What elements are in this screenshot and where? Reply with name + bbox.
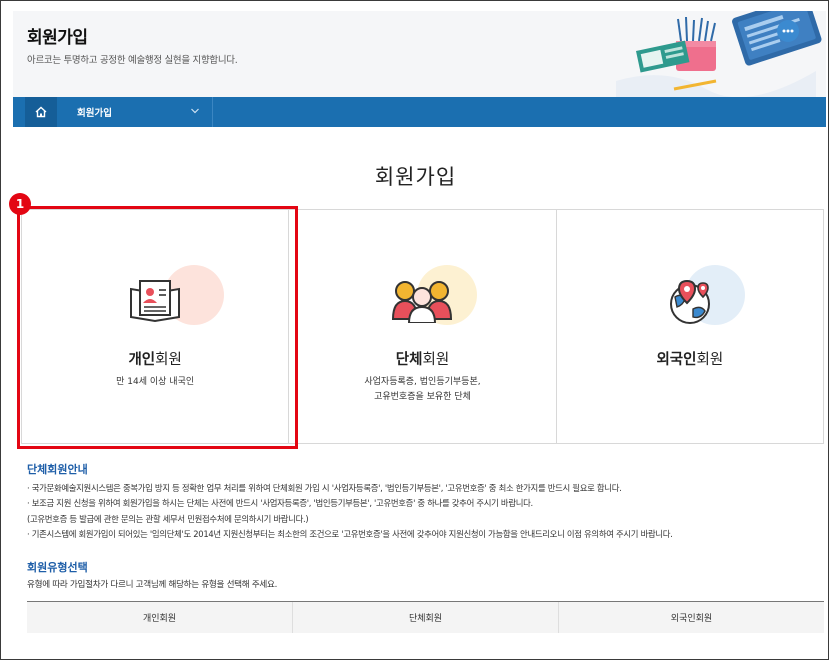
nav-menu-dropdown[interactable]: 회원가입	[57, 97, 213, 127]
header-subtitle: 아르코는 투명하고 공정한 예술행정 실현을 지향합니다.	[27, 55, 238, 66]
group-info-line: · 기존시스템에 회원가입이 되어있는 '임의단체'도 2014년 지원신청부터…	[27, 529, 673, 540]
card-description: 사업자등록증, 법인등기부등본, 고유번호증을 보유한 단체	[289, 375, 555, 405]
group-people-icon	[392, 281, 453, 323]
group-member-card[interactable]: 단체회원 사업자등록증, 법인등기부등본, 고유번호증을 보유한 단체	[289, 210, 557, 443]
group-info-title: 단체회원안내	[27, 463, 88, 476]
home-icon	[35, 106, 47, 118]
type-column-foreigner[interactable]: 외국인회원	[559, 602, 824, 633]
card-title-rest: 회원	[422, 352, 450, 368]
group-info-text: · 국가문화예술지원시스템은 중복가입 방지 등 정확한 업무 처리를 위하여 …	[27, 481, 817, 543]
card-description-line: 사업자등록증, 법인등기부등본,	[364, 377, 481, 387]
card-title-bold: 외국인	[656, 352, 697, 368]
page-frame: 회원가입 아르코는 투명하고 공정한 예술행정 실현을 지향합니다. 회원가입 …	[0, 0, 829, 660]
home-button[interactable]	[25, 97, 57, 127]
chevron-down-icon	[191, 108, 199, 114]
selection-highlight-box	[17, 206, 298, 449]
member-type-table: 개인회원 단체회원 외국인회원	[27, 601, 824, 633]
card-title-rest: 회원	[696, 352, 724, 368]
page-header: 회원가입 아르코는 투명하고 공정한 예술행정 실현을 지향합니다.	[13, 11, 826, 97]
card-title-bold: 단체	[395, 352, 423, 368]
header-title: 회원가입	[27, 28, 88, 48]
card-title: 단체회원	[289, 348, 555, 369]
group-info-line: · 국가문화예술지원시스템은 중복가입 방지 등 정확한 업무 처리를 위하여 …	[27, 483, 622, 493]
card-title: 외국인회원	[557, 348, 823, 369]
page-title: 회원가입	[374, 165, 457, 189]
type-column-group[interactable]: 단체회원	[293, 602, 559, 633]
nav-menu-label: 회원가입	[77, 108, 112, 119]
card-description-line: 고유번호증을 보유한 단체	[374, 392, 471, 402]
type-select-guide: 유형에 따라 가입절차가 다르니 고객님께 해당하는 유형을 선택해 주세요.	[27, 580, 278, 590]
type-column-individual[interactable]: 개인회원	[27, 602, 293, 633]
group-info-line: (고유번호증 등 발급에 관한 문의는 관할 세무서 민원접수처에 문의하시기 …	[27, 513, 309, 524]
foreigner-member-card[interactable]: 외국인회원	[557, 210, 823, 443]
globe-location-icon	[669, 279, 710, 324]
group-info-line: · 보조금 지원 신청을 위하여 회원가입을 하시는 단체는 사전에 반드시 '…	[27, 498, 533, 509]
nav-bar: 회원가입	[13, 97, 826, 127]
type-select-title: 회원유형선택	[27, 561, 88, 574]
header-illustration-icon	[556, 11, 826, 97]
step-number-badge: 1	[9, 193, 31, 215]
